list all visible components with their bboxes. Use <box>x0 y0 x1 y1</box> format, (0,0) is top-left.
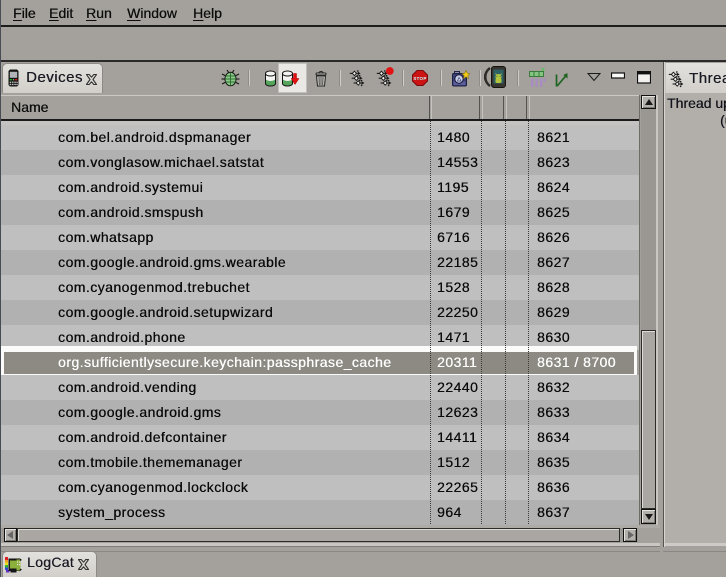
svg-text:STOP: STOP <box>413 76 426 81</box>
